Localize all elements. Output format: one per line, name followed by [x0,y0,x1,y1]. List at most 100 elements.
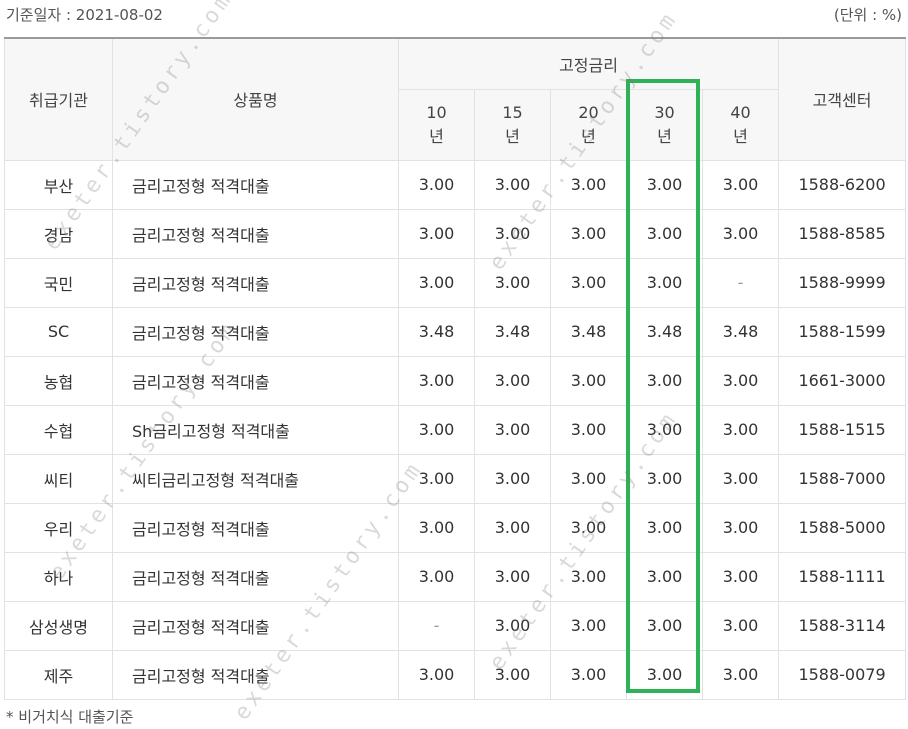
institution-cell: 수협 [4,404,113,455]
table-row: 제주 금리고정형 적격대출 3.00 3.00 3.00 3.00 3.00 1588-007… [4,649,907,700]
rate-cell: 3.00 [474,649,551,700]
rate-cell: 3.00 [701,208,780,259]
term-number: 15 [502,102,523,122]
top-bar: 기준일자 : 2021-08-02 (단위 : %) [0,0,908,30]
term-number: 40 [730,102,751,122]
rate-cell: 3.00 [474,600,551,651]
rate-cell: 3.00 [474,551,551,602]
rate-cell: 3.48 [550,306,627,357]
rate-cell: 3.00 [626,551,703,602]
phone-cell: 1588-1599 [778,306,907,357]
rate-cell: 3.00 [550,257,627,308]
term-suffix: 년 [505,126,520,146]
rate-cell: 3.00 [474,208,551,259]
header-term-40: 40 년 [701,88,780,161]
phone-cell: 1588-8585 [778,208,907,259]
rate-cell: 3.00 [550,208,627,259]
rate-cell: 3.00 [626,600,703,651]
rate-cell: 3.00 [626,649,703,700]
table-row: 우리 금리고정형 적격대출 3.00 3.00 3.00 3.00 3.00 1588-500… [4,502,907,553]
rate-cell: 3.00 [474,502,551,553]
header-service-center: 고객센터 [778,37,907,161]
header-term-30: 30 년 [626,88,703,161]
unit-note: (단위 : %) [833,6,902,24]
institution-cell: 농협 [4,355,113,406]
table-row: SC 금리고정형 적격대출 3.48 3.48 3.48 3.48 3.48 1588-159… [4,306,907,357]
institution-cell: SC [4,306,113,357]
table-row: 농협 금리고정형 적격대출 3.00 3.00 3.00 3.00 3.00 1661-300… [4,355,907,406]
term-suffix: 년 [657,126,672,146]
rate-cell: 3.00 [701,502,780,553]
footnote: * 비거치식 대출기준 [6,708,134,726]
rate-cell: 3.00 [701,600,780,651]
rate-table: 취급기관 상품명 고정금리 고객센터 10 년 15 년 20 년 30 년 40 년 부산 금리고… [4,37,907,700]
rate-cell: 3.00 [701,355,780,406]
rate-cell: 3.00 [701,404,780,455]
term-suffix: 년 [581,126,596,146]
term-number: 20 [578,102,599,122]
rate-cell: 3.00 [550,453,627,504]
header-fixed-rate: 고정금리 [397,37,780,90]
phone-cell: 1588-1515 [778,404,907,455]
rate-cell: 3.00 [474,257,551,308]
product-cell: 금리고정형 적격대출 [112,159,399,210]
rate-cell: 3.00 [474,355,551,406]
institution-cell: 국민 [4,257,113,308]
rate-cell: 3.48 [474,306,551,357]
product-cell: 금리고정형 적격대출 [112,551,399,602]
table-row: 국민 금리고정형 적격대출 3.00 3.00 3.00 3.00-1588-9999 [4,257,907,308]
institution-cell: 삼성생명 [4,600,113,651]
institution-cell: 제주 [4,649,113,700]
institution-cell: 경남 [4,208,113,259]
rate-cell: 3.00 [398,404,475,455]
rate-cell: 3.00 [474,159,551,210]
table-row: 씨티 씨티금리고정형 적격대출 3.00 3.00 3.00 3.00 3.00 1588-7… [4,453,907,504]
rate-cell: 3.00 [550,600,627,651]
rate-cell: 3.00 [398,502,475,553]
table-row: 수협 Sh금리고정형 적격대출 3.00 3.00 3.00 3.00 3.00 1588-1… [4,404,907,455]
phone-cell: 1588-5000 [778,502,907,553]
institution-cell: 우리 [4,502,113,553]
rate-cell: - [398,600,475,651]
table-row: 삼성생명 금리고정형 적격대출 -3.00 3.00 3.00 3.00 1588-3114 [4,600,907,651]
rate-cell: 3.48 [398,306,475,357]
rate-cell: - [701,257,780,308]
rate-cell: 3.48 [626,306,703,357]
rate-cell: 3.00 [550,551,627,602]
rate-cell: 3.00 [398,453,475,504]
rate-cell: 3.00 [398,649,475,700]
rate-cell: 3.00 [626,453,703,504]
rate-cell: 3.00 [398,208,475,259]
rate-cell: 3.00 [701,159,780,210]
rate-cell: 3.00 [626,404,703,455]
product-cell: 금리고정형 적격대출 [112,257,399,308]
rate-cell: 3.00 [626,257,703,308]
product-cell: 금리고정형 적격대출 [112,208,399,259]
product-cell: 금리고정형 적격대출 [112,502,399,553]
rate-cell: 3.00 [550,355,627,406]
rate-cell: 3.00 [398,159,475,210]
rate-cell: 3.00 [626,502,703,553]
table-row: 경남 금리고정형 적격대출 3.00 3.00 3.00 3.00 3.00 1588-858… [4,208,907,259]
rate-cell: 3.00 [398,355,475,406]
product-cell: 금리고정형 적격대출 [112,600,399,651]
header-institution: 취급기관 [4,37,113,161]
institution-cell: 하나 [4,551,113,602]
term-suffix: 년 [429,126,444,146]
product-cell: 금리고정형 적격대출 [112,649,399,700]
rate-cell: 3.00 [626,355,703,406]
table-row: 부산 금리고정형 적격대출 3.00 3.00 3.00 3.00 3.00 1588-620… [4,159,907,210]
institution-cell: 부산 [4,159,113,210]
phone-cell: 1588-0079 [778,649,907,700]
rate-cell: 3.00 [701,453,780,504]
product-cell: 씨티금리고정형 적격대출 [112,453,399,504]
rate-cell: 3.00 [550,404,627,455]
phone-cell: 1588-6200 [778,159,907,210]
rate-cell: 3.00 [626,159,703,210]
phone-cell: 1588-3114 [778,600,907,651]
header-term-10: 10 년 [398,88,475,161]
base-date: 기준일자 : 2021-08-02 [6,6,163,24]
rate-cell: 3.00 [550,649,627,700]
header-product: 상품명 [112,37,399,161]
phone-cell: 1588-1111 [778,551,907,602]
